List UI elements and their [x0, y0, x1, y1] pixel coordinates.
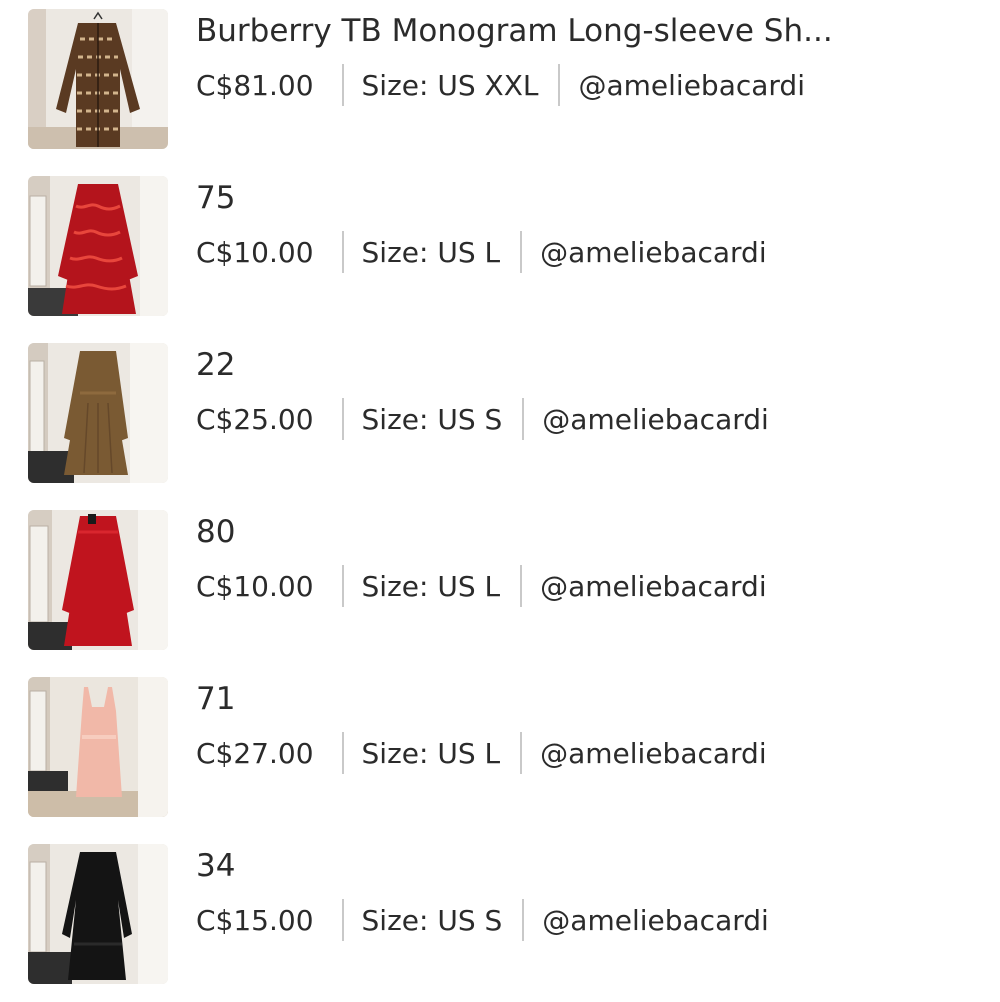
listing-price: C$27.00 — [196, 736, 314, 770]
meta-divider — [522, 398, 525, 440]
listing-thumbnail[interactable] — [28, 677, 168, 817]
meta-divider — [520, 565, 523, 607]
listing-title[interactable]: 34 — [196, 847, 976, 885]
meta-divider — [522, 899, 525, 941]
listing-thumbnail[interactable] — [28, 9, 168, 149]
listing-seller[interactable]: @ameliebacardi — [540, 737, 767, 770]
dress-photo — [28, 176, 168, 316]
meta-divider — [341, 231, 344, 273]
meta-divider — [341, 565, 344, 607]
listing-price: C$10.00 — [196, 235, 314, 269]
meta-divider — [341, 398, 344, 440]
listing-row[interactable]: 75 C$10.00 Size: US L @ameliebacardi — [0, 167, 1000, 334]
dress-photo — [28, 677, 168, 817]
listing-title[interactable]: 80 — [196, 513, 976, 551]
listing-meta: C$81.00 Size: US XXL @ameliebacardi — [196, 63, 805, 107]
listing-row[interactable]: Burberry TB Monogram Long-sleeve Sh... C… — [0, 0, 1000, 167]
listing-seller[interactable]: @ameliebacardi — [542, 403, 769, 436]
meta-divider — [341, 732, 344, 774]
meta-divider — [558, 64, 561, 106]
listing-row[interactable]: 71 C$27.00 Size: US L @ameliebacardi — [0, 668, 1000, 835]
listing-list: Burberry TB Monogram Long-sleeve Sh... C… — [0, 0, 1000, 1000]
meta-divider — [341, 64, 344, 106]
listing-thumbnail[interactable] — [28, 343, 168, 483]
listing-seller[interactable]: @ameliebacardi — [542, 904, 769, 937]
dress-photo — [28, 510, 168, 650]
listing-price: C$15.00 — [196, 903, 314, 937]
listing-meta: C$25.00 Size: US S @ameliebacardi — [196, 397, 769, 441]
dress-photo — [28, 343, 168, 483]
meta-divider — [520, 732, 523, 774]
listing-thumbnail[interactable] — [28, 176, 168, 316]
listing-row[interactable]: 22 C$25.00 Size: US S @ameliebacardi — [0, 334, 1000, 501]
listing-size: Size: US L — [361, 235, 501, 269]
listing-title[interactable]: 22 — [196, 346, 976, 384]
listing-size: Size: US L — [361, 569, 501, 603]
listing-meta: C$27.00 Size: US L @ameliebacardi — [196, 731, 767, 775]
listing-size: Size: US S — [361, 903, 503, 937]
listing-row[interactable]: 80 C$10.00 Size: US L @ameliebacardi — [0, 501, 1000, 668]
listing-meta: C$10.00 Size: US L @ameliebacardi — [196, 564, 767, 608]
listing-title[interactable]: 71 — [196, 680, 976, 718]
listing-price: C$25.00 — [196, 402, 314, 436]
listing-seller[interactable]: @ameliebacardi — [540, 570, 767, 603]
listing-meta: C$10.00 Size: US L @ameliebacardi — [196, 230, 767, 274]
listing-price: C$10.00 — [196, 569, 314, 603]
shirt-photo — [28, 9, 168, 149]
listing-seller[interactable]: @ameliebacardi — [578, 69, 805, 102]
listing-size: Size: US L — [361, 736, 501, 770]
listing-thumbnail[interactable] — [28, 844, 168, 984]
listing-title[interactable]: 75 — [196, 179, 976, 217]
listing-title[interactable]: Burberry TB Monogram Long-sleeve Sh... — [196, 12, 976, 50]
listing-thumbnail[interactable] — [28, 510, 168, 650]
listing-size: Size: US XXL — [361, 68, 539, 102]
listing-size: Size: US S — [361, 402, 503, 436]
dress-photo — [28, 844, 168, 984]
listing-price: C$81.00 — [196, 68, 314, 102]
meta-divider — [520, 231, 523, 273]
listing-row[interactable]: 34 C$15.00 Size: US S @ameliebacardi — [0, 835, 1000, 1002]
meta-divider — [341, 899, 344, 941]
listing-seller[interactable]: @ameliebacardi — [540, 236, 767, 269]
listing-meta: C$15.00 Size: US S @ameliebacardi — [196, 898, 769, 942]
